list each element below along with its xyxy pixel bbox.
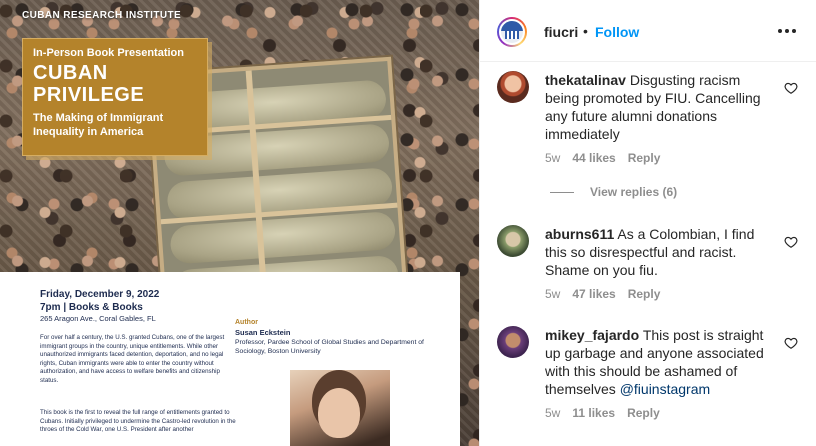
book-title-line-2: PRIVILEGE <box>33 84 145 106</box>
more-horizontal-icon[interactable] <box>778 22 796 40</box>
heart-icon[interactable] <box>784 336 798 350</box>
book-title-box: In-Person Book Presentation CUBAN PRIVIL… <box>22 38 208 156</box>
comment-likes[interactable]: 47 likes <box>572 287 615 301</box>
comment-meta: 5w 11 likes Reply <box>545 406 660 420</box>
comment-username[interactable]: aburns611 <box>545 226 614 242</box>
profile-username[interactable]: fiucri <box>544 24 578 40</box>
comment-age[interactable]: 5w <box>545 151 560 165</box>
heart-icon[interactable] <box>784 81 798 95</box>
comment-likes[interactable]: 44 likes <box>572 151 615 165</box>
comment-age[interactable]: 5w <box>545 287 560 301</box>
comments-panel: fiucri • Follow thekatalinav Disgusting … <box>479 0 816 446</box>
comment-likes[interactable]: 11 likes <box>572 406 615 420</box>
avatar[interactable] <box>497 225 529 257</box>
author-heading: Author <box>235 319 258 326</box>
comment-age[interactable]: 5w <box>545 406 560 420</box>
event-flyer: Friday, December 9, 2022 7pm | Books & B… <box>0 272 460 446</box>
book-kicker: In-Person Book Presentation <box>33 47 184 59</box>
author-affiliation: Professor, Pardee School of Global Studi… <box>235 339 424 355</box>
author-name: Susan Eckstein <box>235 328 291 337</box>
avatar[interactable] <box>497 71 529 103</box>
flyer-paragraph-2: This book is the first to reveal the ful… <box>40 409 236 434</box>
comment-meta: 5w 47 likes Reply <box>545 287 660 301</box>
comment-mention[interactable]: @fiuinstagram <box>620 381 710 397</box>
event-date: Friday, December 9, 2022 <box>40 289 160 300</box>
comment-text-block: aburns611 As a Colombian, I find this so… <box>545 225 777 279</box>
view-replies-button[interactable]: View replies (6) <box>550 185 677 199</box>
replies-divider <box>550 191 574 193</box>
book-title-line-1: CUBAN <box>33 62 108 84</box>
reply-button[interactable]: Reply <box>628 287 661 301</box>
event-time: 7pm | Books & Books <box>40 302 143 313</box>
author-photo <box>290 370 390 446</box>
reply-button[interactable]: Reply <box>628 151 661 165</box>
comment-username[interactable]: thekatalinav <box>545 72 626 88</box>
event-address: 265 Aragon Ave., Coral Gables, FL <box>40 314 156 323</box>
comment-username[interactable]: mikey_fajardo <box>545 327 639 343</box>
flyer-paragraph-1: For over half a century, the U.S. grante… <box>40 334 225 384</box>
profile-avatar[interactable] <box>497 17 527 47</box>
book-subtitle: The Making of Immigrant Inequality in Am… <box>33 112 164 138</box>
follow-button[interactable]: Follow <box>595 24 639 40</box>
comment-meta: 5w 44 likes Reply <box>545 151 660 165</box>
avatar[interactable] <box>497 326 529 358</box>
image-org-name: CUBAN RESEARCH INSTITUTE <box>22 10 182 21</box>
reply-button[interactable]: Reply <box>627 406 660 420</box>
separator-dot: • <box>583 23 588 39</box>
heart-icon[interactable] <box>784 235 798 249</box>
view-replies-label[interactable]: View replies (6) <box>590 185 677 199</box>
post-header: fiucri • Follow <box>480 0 816 62</box>
comment-text-block: thekatalinav Disgusting racism being pro… <box>545 71 777 143</box>
post-image: CUBAN RESEARCH INSTITUTE In-Person Book … <box>0 0 479 446</box>
comment-text-block: mikey_fajardo This post is straight up g… <box>545 326 777 398</box>
